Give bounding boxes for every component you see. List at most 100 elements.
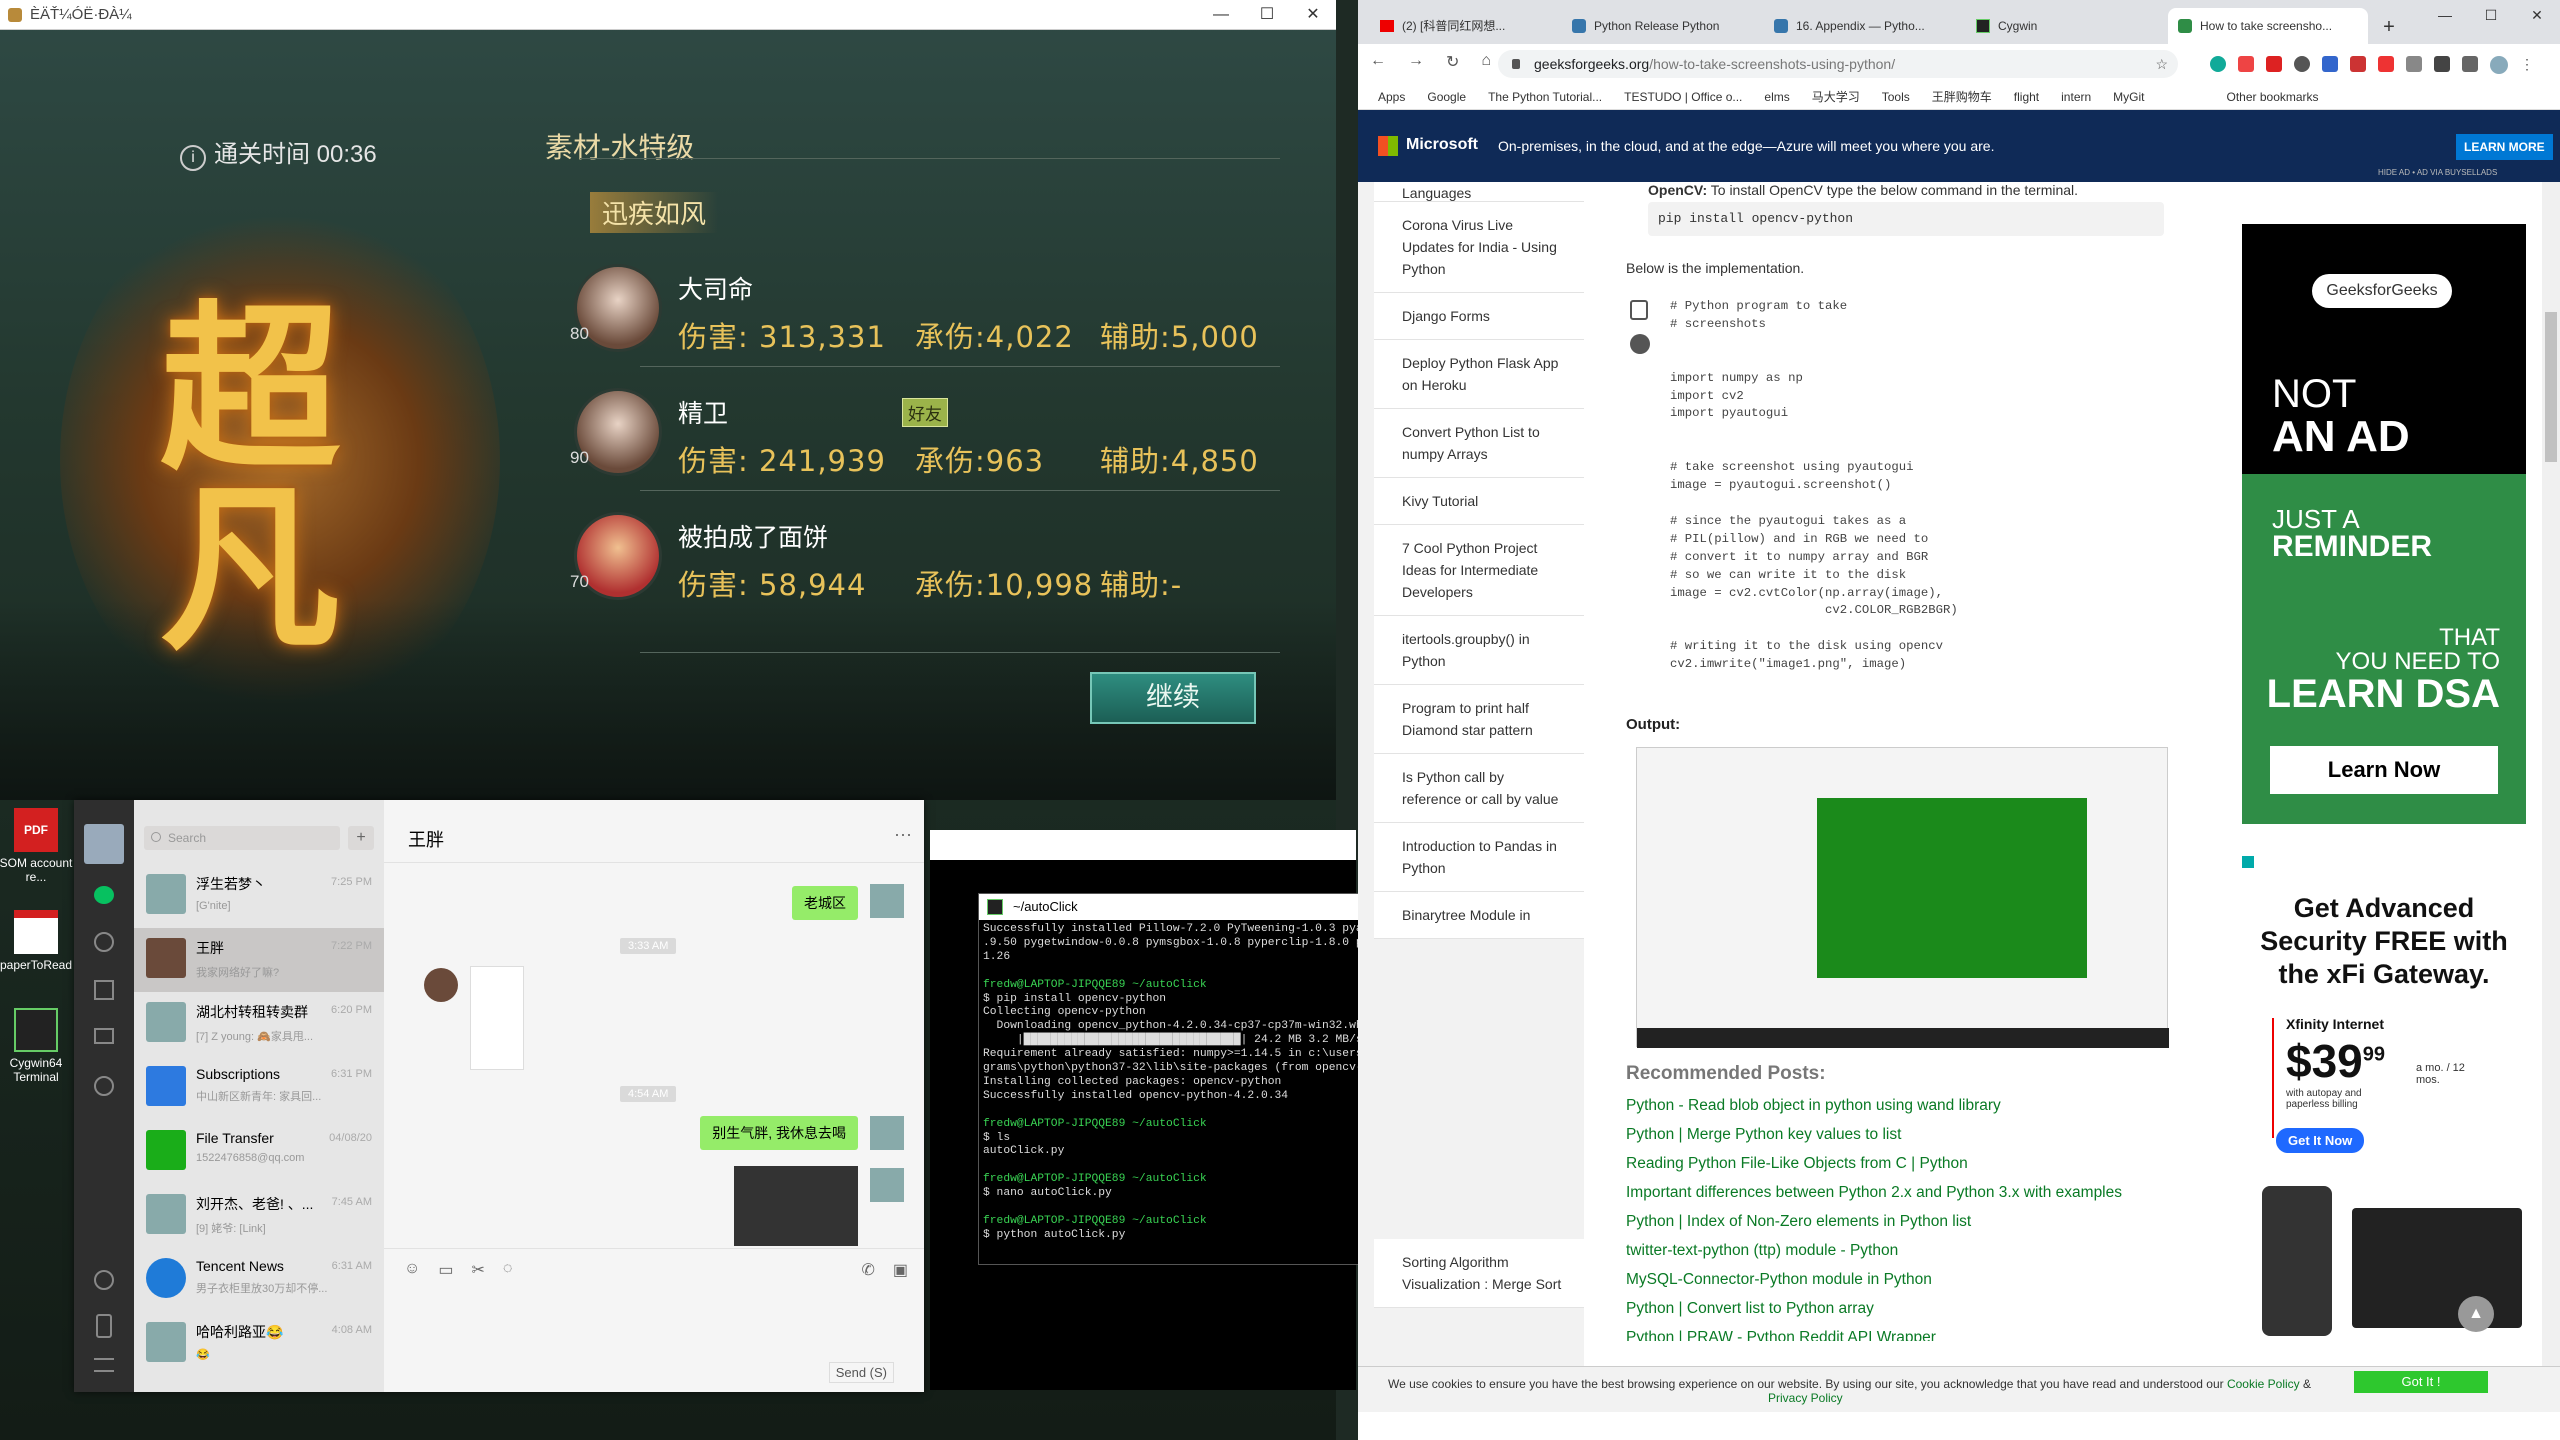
- browser-tab[interactable]: (2) [科普同红网想...: [1370, 8, 1556, 44]
- scissors-icon[interactable]: ✂: [471, 1260, 484, 1280]
- minimize-icon[interactable]: —: [2422, 0, 2468, 30]
- sidebar-article-link[interactable]: Kivy Tutorial: [1374, 478, 1584, 525]
- contacts-icon[interactable]: [94, 932, 114, 952]
- miniprogram-icon[interactable]: [94, 1270, 114, 1290]
- image-message[interactable]: [734, 1166, 858, 1246]
- sidebar-article-link[interactable]: 7 Cool Python Project Ideas for Intermed…: [1374, 525, 1584, 616]
- browser-tab-active[interactable]: How to take screensho...: [2168, 8, 2368, 44]
- reload-icon[interactable]: ↻: [1446, 52, 1459, 72]
- recommended-link[interactable]: twitter-text-python (ttp) module - Pytho…: [1626, 1236, 2166, 1265]
- extension-icon[interactable]: [2378, 56, 2394, 72]
- recommended-link[interactable]: Python | Index of Non-Zero elements in P…: [1626, 1207, 2166, 1236]
- scroll-top-button[interactable]: ▲: [2458, 1296, 2494, 1332]
- browser-tab[interactable]: Python Release Python: [1562, 8, 1758, 44]
- adchoices-icon[interactable]: [2242, 856, 2254, 868]
- maximize-icon[interactable]: ☐: [2468, 0, 2514, 30]
- bookmark-folder[interactable]: flight: [2014, 84, 2039, 109]
- minimize-icon[interactable]: —: [1198, 0, 1244, 30]
- xfinity-ad[interactable]: Get Advanced Security FREE with the xFi …: [2242, 856, 2526, 1356]
- learn-more-button[interactable]: LEARN MORE: [2456, 134, 2553, 160]
- recommended-link[interactable]: Reading Python File-Like Objects from C …: [1626, 1149, 2166, 1178]
- phone-icon[interactable]: [96, 1314, 112, 1338]
- extension-icon[interactable]: [2266, 56, 2282, 72]
- bookmark-folder[interactable]: MyGit: [2113, 84, 2144, 109]
- chat-list-item[interactable]: 刘开杰、老爸! 、... 7:45 AM [9] 姥爷: [Link]: [134, 1184, 384, 1248]
- chat-list-item[interactable]: 哈哈利路亚😂 4:08 AM 😂: [134, 1312, 384, 1376]
- browser-tab[interactable]: Cygwin: [1966, 8, 2162, 44]
- continue-button[interactable]: 继续: [1090, 672, 1256, 724]
- recommended-link[interactable]: MySQL-Connector-Python module in Python: [1626, 1265, 2166, 1294]
- microsoft-ad-banner[interactable]: Microsoft On-premises, in the cloud, and…: [1358, 110, 2560, 182]
- chat-list-item-selected[interactable]: 王胖 7:22 PM 我家网络好了嘛?: [134, 928, 384, 992]
- sidebar-article-link[interactable]: Languages: [1374, 182, 1584, 202]
- desktop-icon-paper[interactable]: paperToRead: [0, 910, 76, 972]
- close-icon[interactable]: ✕: [1290, 0, 1336, 30]
- privacy-policy-link[interactable]: Privacy Policy: [1768, 1391, 1843, 1405]
- scrollbar-thumb[interactable]: [2545, 312, 2557, 462]
- image-message[interactable]: [470, 966, 524, 1070]
- cookie-policy-link[interactable]: Cookie Policy: [2227, 1377, 2300, 1391]
- box-icon[interactable]: [94, 980, 114, 1000]
- settings-icon[interactable]: [94, 1076, 114, 1096]
- chrome-menu-icon[interactable]: ⋮: [2520, 56, 2534, 74]
- sidebar-article-link[interactable]: Deploy Python Flask App on Heroku: [1374, 340, 1584, 409]
- extension-icon[interactable]: [2238, 56, 2254, 72]
- forward-icon[interactable]: →: [1408, 52, 1424, 72]
- bookmark-apps[interactable]: Apps: [1378, 84, 1405, 109]
- home-icon[interactable]: ⌂: [1481, 52, 1491, 72]
- chat-list-item[interactable]: 浮生若梦丶 7:25 PM [G'nite]: [134, 864, 384, 928]
- get-it-now-button[interactable]: Get It Now: [2276, 1128, 2365, 1153]
- sidebar-article-link[interactable]: Program to print half Diamond star patte…: [1374, 685, 1584, 754]
- bookmark-item[interactable]: TESTUDO | Office o...: [1624, 84, 1742, 109]
- phone-icon[interactable]: ✆: [861, 1260, 874, 1280]
- bookmark-folder[interactable]: intern: [2061, 84, 2091, 109]
- new-tab-button[interactable]: +: [2376, 14, 2402, 40]
- run-icon[interactable]: [1630, 334, 1650, 354]
- extension-icon[interactable]: [2294, 56, 2310, 72]
- sidebar-article-link[interactable]: Is Python call by reference or call by v…: [1374, 754, 1584, 823]
- sidebar-article-link[interactable]: Binarytree Module in: [1374, 892, 1584, 939]
- url-input[interactable]: geeksforgeeks.org/how-to-take-screenshot…: [1498, 50, 2178, 78]
- extension-icon[interactable]: [2210, 56, 2226, 72]
- close-icon[interactable]: ✕: [2514, 0, 2560, 30]
- maximize-icon[interactable]: ☐: [1244, 0, 1290, 30]
- star-icon[interactable]: ☆: [2155, 50, 2168, 78]
- chat-icon[interactable]: [94, 886, 114, 904]
- copy-icon[interactable]: [1630, 300, 1648, 320]
- bookmark-folder[interactable]: 王胖购物车: [1932, 84, 1992, 109]
- extension-icon[interactable]: [2462, 56, 2478, 72]
- recommended-link[interactable]: Python - Read blob object in python usin…: [1626, 1091, 2166, 1120]
- sidebar-article-link[interactable]: itertools.groupby() in Python: [1374, 616, 1584, 685]
- sidebar-article-link[interactable]: Introduction to Pandas in Python: [1374, 823, 1584, 892]
- recommended-link[interactable]: Python | PRAW - Python Reddit API Wrappe…: [1626, 1323, 2166, 1341]
- add-chat-button[interactable]: +: [348, 826, 374, 850]
- bookmark-folder[interactable]: 马大学习: [1812, 84, 1860, 109]
- hide-ad-link[interactable]: HIDE AD • AD VIA BUYSELLADS: [2378, 168, 2497, 177]
- got-it-button[interactable]: Got It !: [2354, 1371, 2488, 1393]
- chat-list-item[interactable]: Tencent News 6:31 AM 男子衣柜里放30万却不停...: [134, 1248, 384, 1312]
- desktop-icon-cygwin[interactable]: Cygwin64 Terminal: [0, 1008, 76, 1084]
- recommended-link[interactable]: Important differences between Python 2.x…: [1626, 1178, 2166, 1207]
- chat-list-item[interactable]: Subscriptions 6:31 PM 中山新区新青年: 家具回...: [134, 1056, 384, 1120]
- sidebar-article-link[interactable]: Sorting Algorithm Visualization : Merge …: [1374, 1239, 1584, 1308]
- page-scrollbar[interactable]: [2542, 182, 2560, 1412]
- extension-icon[interactable]: [2350, 56, 2366, 72]
- menu-icon[interactable]: [94, 1358, 114, 1372]
- chat-list-item[interactable]: 湖北村转租转卖群 6:20 PM [7] Z young: 🙈家具甩...: [134, 992, 384, 1056]
- bookmark-item[interactable]: elms: [1764, 84, 1789, 109]
- puzzle-icon[interactable]: [2406, 56, 2422, 72]
- desktop-icon-pdf[interactable]: PDF SOM account re...: [0, 808, 76, 884]
- send-button[interactable]: Send (S): [828, 1362, 894, 1383]
- more-icon[interactable]: ···: [894, 824, 912, 845]
- sidebar-article-link[interactable]: Corona Virus Live Updates for India - Us…: [1374, 202, 1584, 293]
- profile-avatar[interactable]: [2490, 56, 2508, 74]
- extension-icon[interactable]: [2434, 56, 2450, 72]
- folder-icon[interactable]: [94, 1028, 114, 1044]
- chat-history-icon[interactable]: ◌: [503, 1260, 513, 1280]
- other-bookmarks[interactable]: Other bookmarks: [2227, 84, 2319, 109]
- bookmark-folder[interactable]: Tools: [1882, 84, 1910, 109]
- learn-now-button[interactable]: Learn Now: [2270, 746, 2498, 794]
- bookmark-item[interactable]: The Python Tutorial...: [1488, 84, 1602, 109]
- recommended-link[interactable]: Python | Convert list to Python array: [1626, 1294, 2166, 1323]
- recommended-link[interactable]: Python | Merge Python key values to list: [1626, 1120, 2166, 1149]
